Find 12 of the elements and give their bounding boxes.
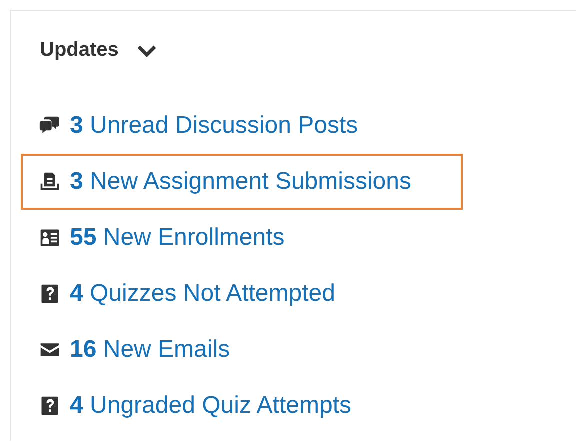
id-card-icon xyxy=(39,227,61,249)
update-link[interactable]: 4 Quizzes Not Attempted xyxy=(21,266,463,322)
widget-title: Updates xyxy=(40,39,119,62)
question-mark-icon xyxy=(39,395,61,417)
chevron-down-icon[interactable] xyxy=(136,44,157,58)
update-link[interactable]: 55 New Enrollments xyxy=(21,210,463,266)
update-link[interactable]: 3 New Assignment Submissions xyxy=(21,154,463,210)
update-link[interactable]: 3 Unread Discussion Posts xyxy=(21,98,463,154)
document-tray-icon xyxy=(39,171,61,193)
question-mark-icon xyxy=(39,283,61,305)
update-link[interactable]: 4 Ungraded Quiz Attempts xyxy=(21,378,463,434)
update-link[interactable]: 16 New Emails xyxy=(21,322,463,378)
